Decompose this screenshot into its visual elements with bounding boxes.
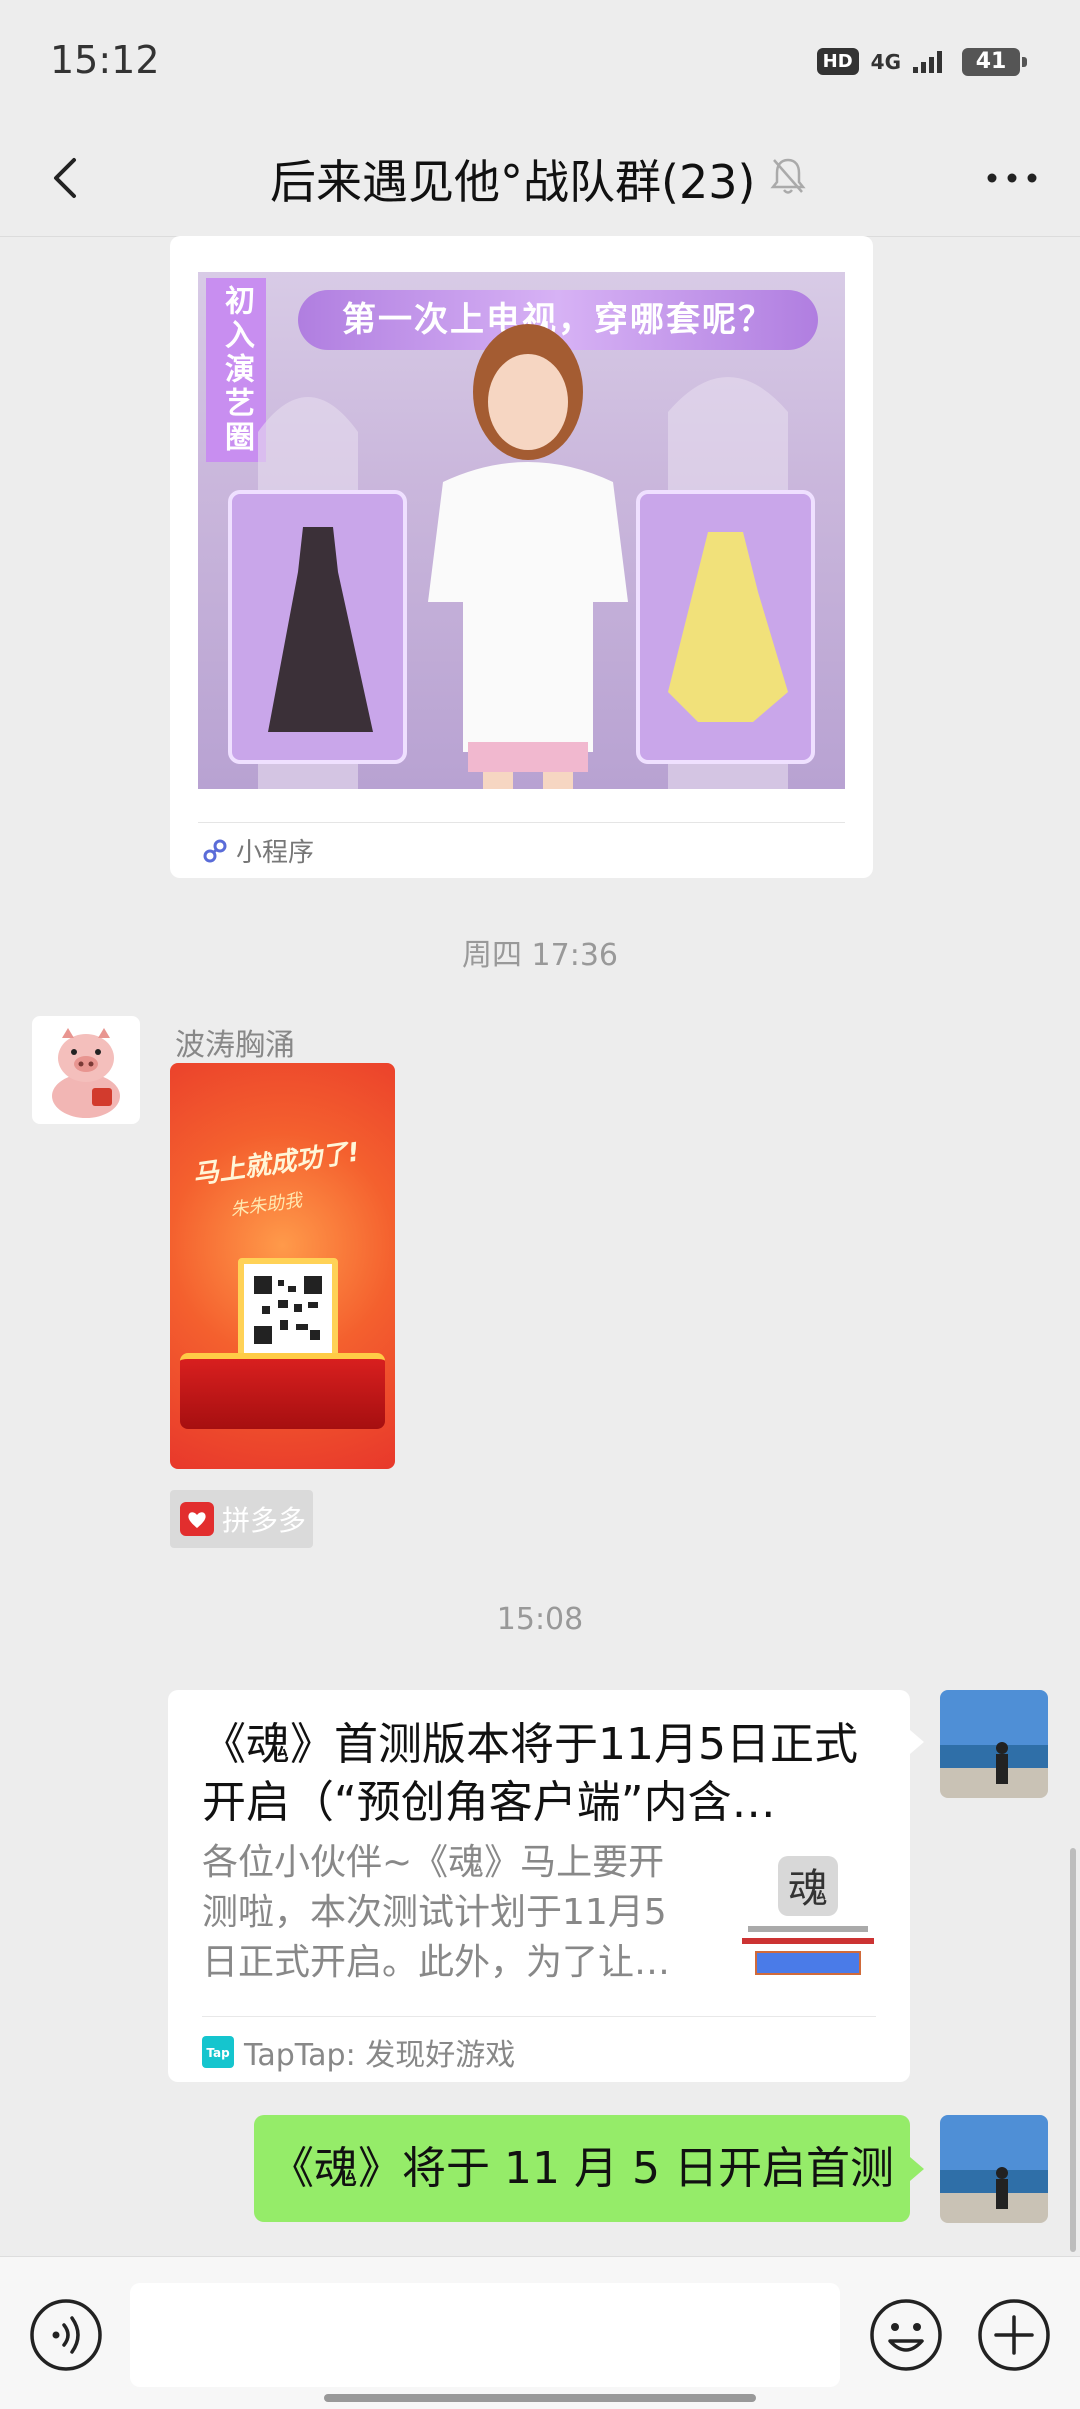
mini-program-label: 小程序: [236, 838, 315, 868]
game-character-illustration: [228, 324, 815, 789]
link-card-divider: [202, 2016, 876, 2017]
image-message[interactable]: 马上就成功了! 朱朱助我: [170, 1063, 395, 1469]
battery-icon: 41: [962, 48, 1027, 76]
link-card-source: TapTap: 发现好游戏: [244, 2038, 516, 2073]
taptap-icon: Tap: [202, 2036, 234, 2068]
time-divider: 15:08: [496, 1602, 584, 1637]
hd-badge: HD: [816, 48, 859, 75]
network-label: 4G: [870, 49, 901, 74]
link-card-title: 《魂》首测版本将于11月5日正式开启（“预创角客户端”内含…: [202, 1719, 858, 1828]
chat-header: 后来遇见他°战队群(23): [0, 120, 1080, 237]
poster-title: 马上就成功了!: [191, 1137, 362, 1191]
svg-text:Tap: Tap: [206, 2046, 230, 2060]
mini-program-divider: [198, 822, 845, 823]
time-divider: 周四 17:36: [462, 938, 618, 973]
status-time: 15:12: [50, 38, 160, 82]
link-card-thumbnail: 魂: [738, 1850, 878, 1982]
mini-program-image: 初入演艺圈 第一次上电视，穿哪套呢？: [198, 272, 845, 789]
mini-program-footer: 小程序: [202, 832, 314, 869]
link-card-message[interactable]: 《魂》首测版本将于11月5日正式开启（“预创角客户端”内含… 各位小伙伴~《魂》…: [168, 1690, 910, 2082]
plus-icon[interactable]: [976, 2297, 1052, 2373]
self-avatar-image: [940, 2115, 1048, 2223]
link-card-footer: Tap TapTap: 发现好游戏: [202, 2030, 515, 2074]
home-indicator[interactable]: [324, 2394, 756, 2402]
scrollbar[interactable]: [1070, 1848, 1076, 2252]
more-icon[interactable]: [982, 156, 1042, 200]
red-envelope-box: [180, 1353, 385, 1429]
bubble-tail: [910, 1730, 924, 1754]
bubble-tail: [910, 2157, 924, 2181]
signal-icon: [913, 50, 942, 73]
emoji-icon[interactable]: [868, 2297, 944, 2373]
avatar[interactable]: [32, 1016, 140, 1124]
chat-title: 后来遇见他°战队群(23): [270, 155, 756, 209]
voice-icon[interactable]: [28, 2297, 104, 2373]
text-message-bubble[interactable]: 《魂》将于 11 月 5 日开启首测: [254, 2115, 910, 2222]
qr-code: [238, 1258, 338, 1366]
input-bar: [0, 2256, 1080, 2409]
avatar[interactable]: [940, 2115, 1048, 2223]
status-indicators: HD 4G: [816, 48, 942, 75]
mini-program-card[interactable]: 初入演艺圈 第一次上电视，穿哪套呢？ 小程序: [170, 236, 873, 878]
app-source-label: 拼多多: [222, 1504, 307, 1537]
status-bar: 15:12 HD 4G 41: [0, 0, 1080, 130]
poster-subtitle: 朱朱助我: [229, 1190, 304, 1221]
back-icon[interactable]: [40, 150, 96, 206]
app-source-tag[interactable]: 拼多多: [170, 1490, 313, 1548]
pig-avatar-image: [52, 1028, 120, 1118]
mute-icon: [770, 158, 806, 194]
sender-name: 波涛胸涌: [175, 1028, 295, 1063]
link-card-description: 各位小伙伴~《魂》马上要开测啦，本次测试计划于11月5日正式开启。此外，为了让…: [202, 1842, 671, 1983]
pinduoduo-icon: [180, 1502, 214, 1536]
self-avatar-image: [940, 1690, 1048, 1798]
message-input[interactable]: [130, 2283, 840, 2387]
svg-text:魂: 魂: [788, 1866, 828, 1912]
mini-program-icon: [203, 839, 227, 862]
avatar[interactable]: [940, 1690, 1048, 1798]
